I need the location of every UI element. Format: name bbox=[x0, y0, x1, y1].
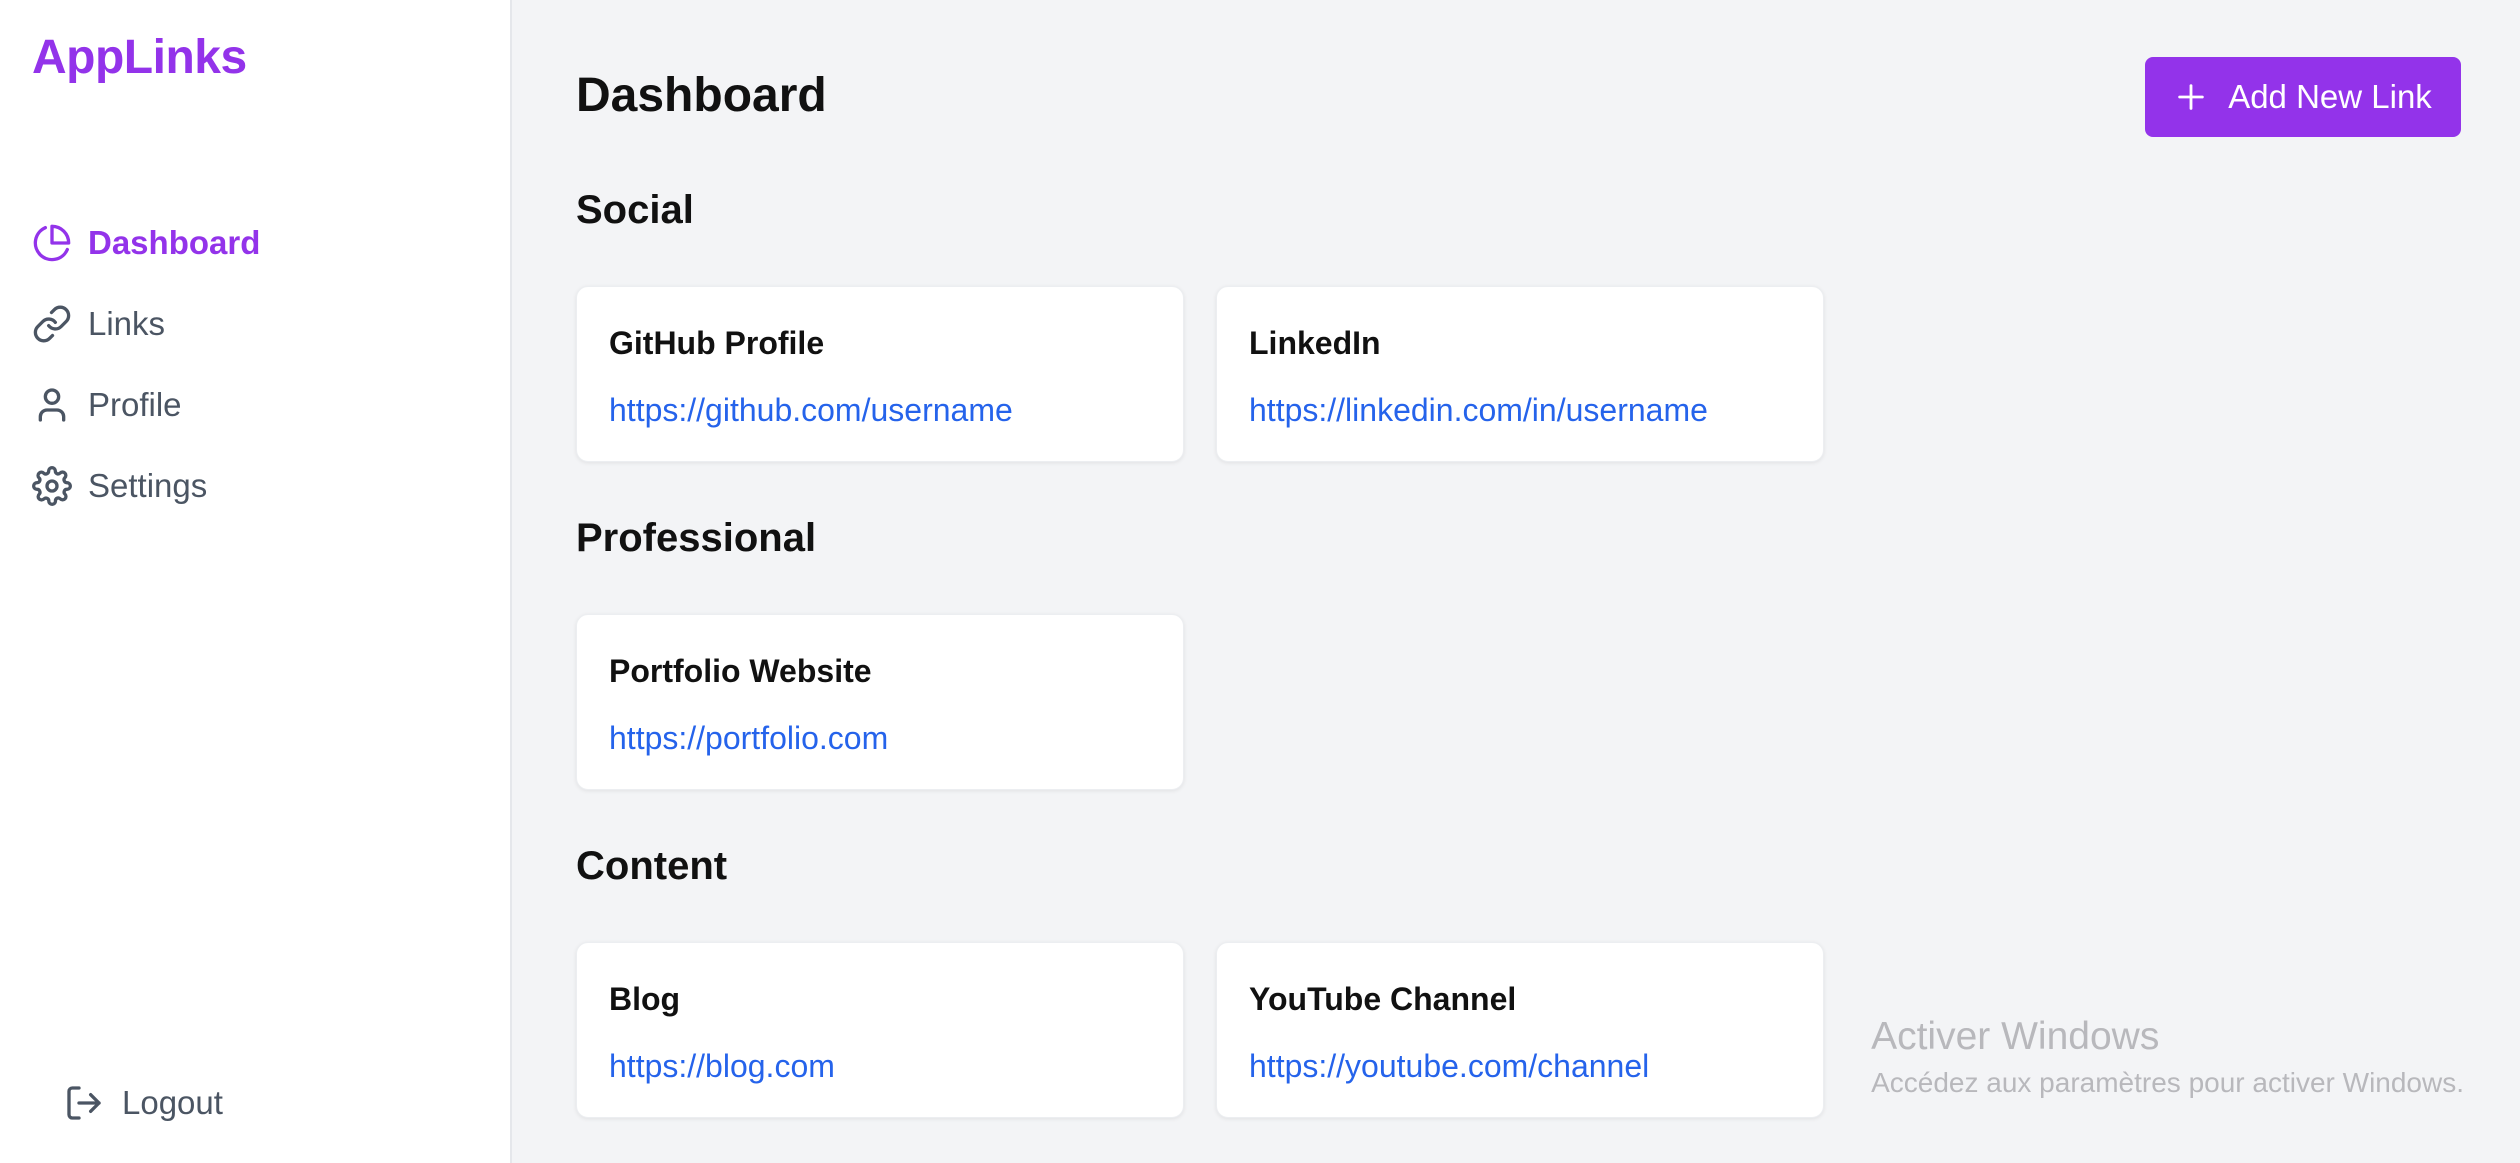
link-card-title: LinkedIn bbox=[1249, 325, 1381, 361]
sidebar-item-label: Dashboard bbox=[88, 223, 261, 261]
sidebar-item-profile[interactable]: Profile bbox=[32, 364, 260, 445]
link-card[interactable]: LinkedIn https://linkedin.com/in/usernam… bbox=[1216, 286, 1824, 462]
sidebar-item-label: Settings bbox=[88, 466, 208, 504]
link-card[interactable]: Blog https://blog.com bbox=[576, 942, 1184, 1118]
add-new-link-label: Add New Link bbox=[2228, 78, 2432, 115]
section-professional: Professional Portfolio Website https://p… bbox=[576, 516, 1184, 790]
watermark-title: Activer Windows bbox=[1871, 1015, 2160, 1058]
link-cards: Blog https://blog.com YouTube Channel ht… bbox=[576, 942, 1824, 1118]
logout-label: Logout bbox=[122, 1084, 223, 1121]
sidebar-item-settings[interactable]: Settings bbox=[32, 445, 260, 526]
link-card-title: YouTube Channel bbox=[1249, 981, 1517, 1017]
logout-button[interactable]: Logout bbox=[64, 1083, 223, 1123]
link-icon bbox=[32, 304, 72, 344]
link-card[interactable]: GitHub Profile https://github.com/userna… bbox=[576, 286, 1184, 462]
section-title: Content bbox=[576, 844, 728, 888]
sidebar-item-links[interactable]: Links bbox=[32, 283, 260, 364]
link-card-url[interactable]: https://linkedin.com/in/username bbox=[1249, 392, 1791, 429]
link-cards: Portfolio Website https://portfolio.com bbox=[576, 614, 1184, 790]
link-card-title: Blog bbox=[609, 981, 681, 1017]
brand-logo[interactable]: AppLinks bbox=[32, 30, 247, 85]
section-title: Social bbox=[576, 188, 694, 232]
link-card[interactable]: Portfolio Website https://portfolio.com bbox=[576, 614, 1184, 790]
page-title: Dashboard bbox=[576, 69, 827, 122]
link-card-url[interactable]: https://youtube.com/channel bbox=[1249, 1048, 1791, 1085]
link-card[interactable]: YouTube Channel https://youtube.com/chan… bbox=[1216, 942, 1824, 1118]
windows-activation-watermark: Activer Windows Accédez aux paramètres p… bbox=[1871, 1015, 2464, 1099]
app-root: AppLinks Dashboard Links Profile Setting… bbox=[0, 0, 2520, 1163]
link-cards: GitHub Profile https://github.com/userna… bbox=[576, 286, 1824, 462]
main-content: Dashboard Add New Link Social GitHub Pro… bbox=[512, 0, 2520, 1163]
sidebar-item-label: Profile bbox=[88, 385, 182, 423]
sidebar: AppLinks Dashboard Links Profile Setting… bbox=[0, 0, 512, 1163]
link-card-title: GitHub Profile bbox=[609, 325, 825, 361]
link-card-url[interactable]: https://github.com/username bbox=[609, 392, 1151, 429]
section-content: Content Blog https://blog.com YouTube Ch… bbox=[576, 844, 1824, 1118]
link-card-title: Portfolio Website bbox=[609, 653, 872, 689]
link-card-url[interactable]: https://blog.com bbox=[609, 1048, 1151, 1085]
plus-icon bbox=[2174, 80, 2208, 114]
sidebar-item-label: Links bbox=[88, 304, 166, 342]
link-card-url[interactable]: https://portfolio.com bbox=[609, 720, 1151, 757]
sidebar-nav: Dashboard Links Profile Settings bbox=[32, 202, 260, 526]
user-icon bbox=[32, 385, 72, 425]
sidebar-item-dashboard[interactable]: Dashboard bbox=[32, 202, 260, 283]
watermark-subtitle: Accédez aux paramètres pour activer Wind… bbox=[1871, 1067, 2464, 1098]
section-social: Social GitHub Profile https://github.com… bbox=[576, 188, 1824, 462]
gear-icon bbox=[32, 465, 72, 506]
logout-icon bbox=[64, 1083, 104, 1123]
pie-chart-icon bbox=[32, 223, 72, 263]
add-new-link-button[interactable]: Add New Link bbox=[2145, 57, 2461, 137]
section-title: Professional bbox=[576, 516, 817, 560]
